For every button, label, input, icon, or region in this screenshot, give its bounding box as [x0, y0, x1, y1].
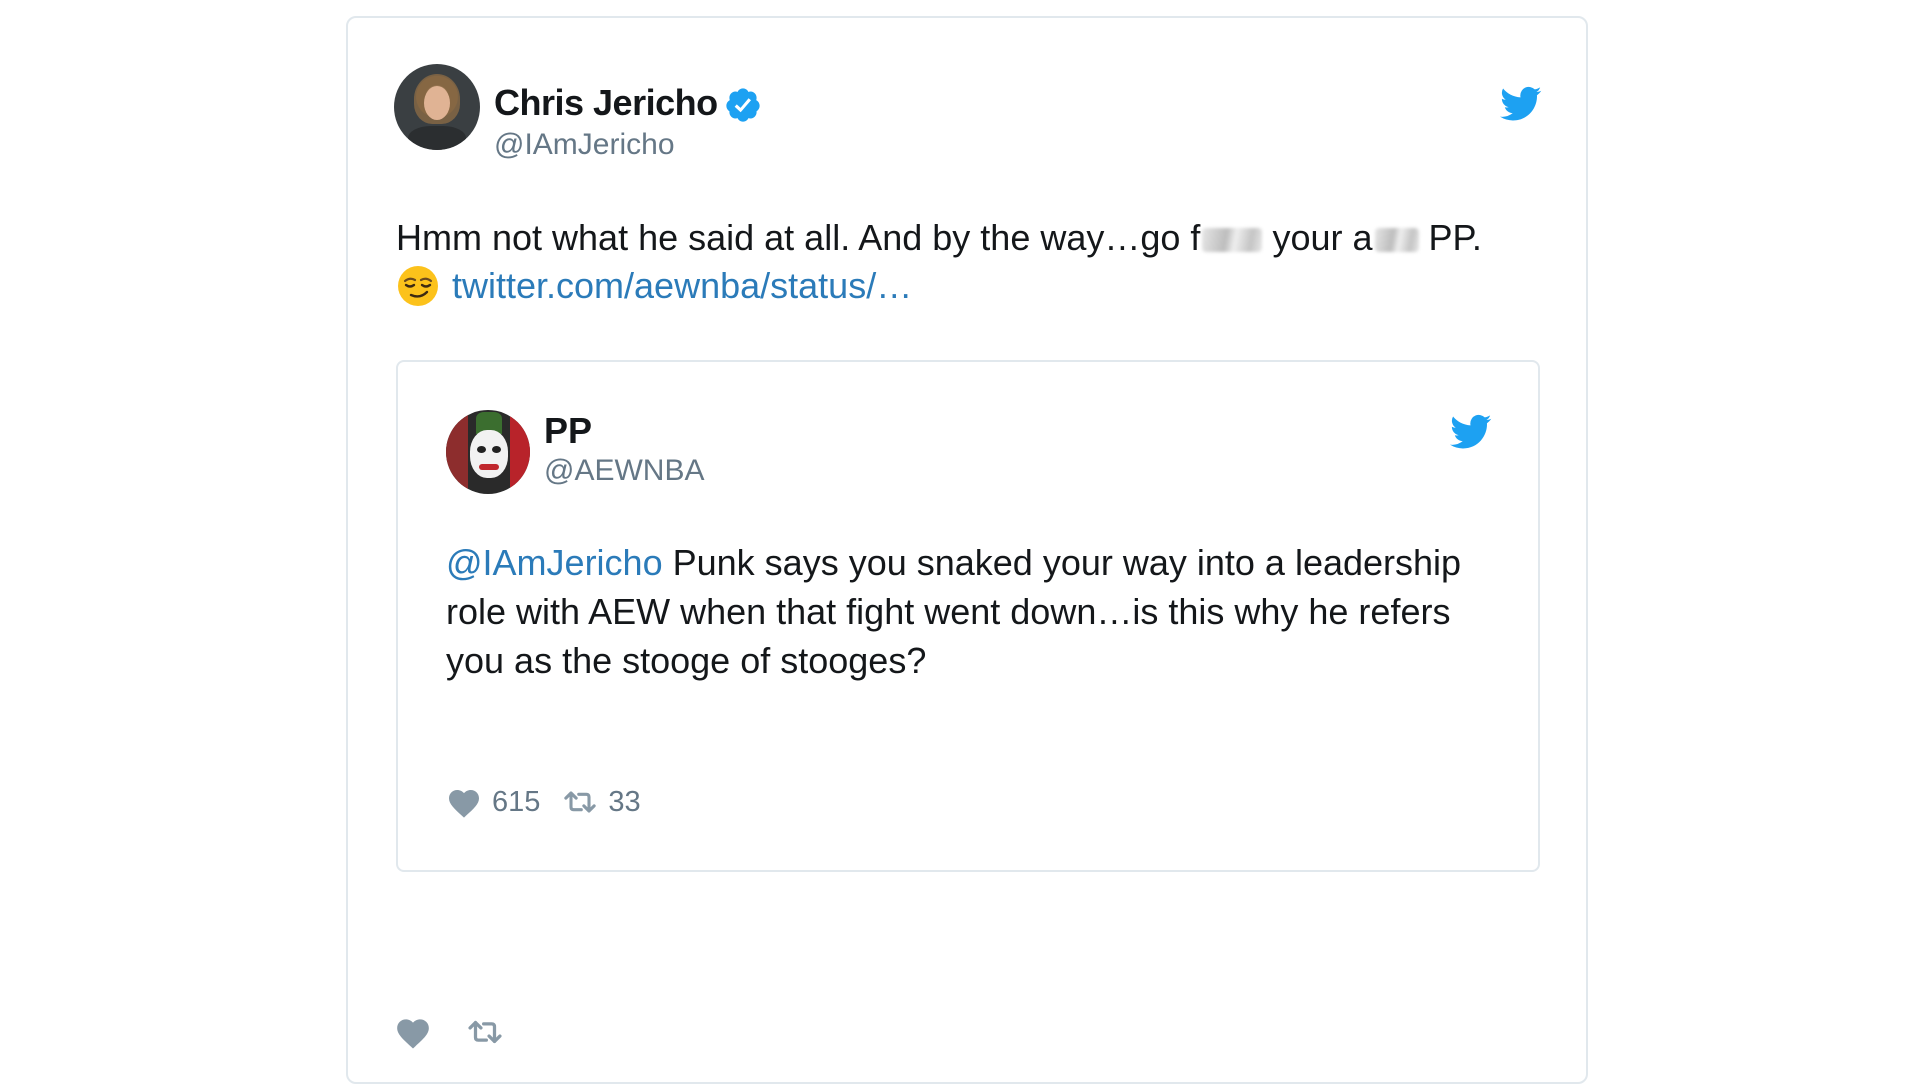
tweet-text-part2: your a: [1272, 217, 1373, 258]
quoted-tweet-text: @IAmJericho Punk says you snaked your wa…: [446, 538, 1486, 685]
quoted-tweet-stats: 615 33: [446, 782, 663, 822]
retweet-count: 33: [608, 785, 641, 818]
tweet-actions: [394, 1014, 538, 1050]
quoted-author-avatar[interactable]: [446, 410, 530, 494]
retweet-icon[interactable]: [562, 785, 598, 819]
censor-blur: [1202, 228, 1263, 253]
smirking-face-emoji-icon: [398, 266, 438, 307]
retweet-icon[interactable]: [466, 1014, 504, 1050]
censor-blur: [1374, 228, 1419, 253]
twitter-bird-icon[interactable]: [1450, 414, 1492, 450]
tweet-text-part1: Hmm not what he said at all. And by the …: [396, 217, 1201, 258]
quoted-author-handle[interactable]: @AEWNBA: [544, 454, 704, 488]
heart-icon[interactable]: [446, 785, 482, 819]
twitter-bird-icon[interactable]: [1500, 86, 1542, 122]
tweet-text-part3: PP.: [1428, 217, 1482, 258]
mention-link[interactable]: @IAmJericho: [446, 542, 663, 583]
author-name[interactable]: Chris Jericho: [494, 82, 718, 124]
quoted-tweet-card[interactable]: PP @AEWNBA @IAmJericho Punk says you sna…: [396, 360, 1540, 872]
quoted-author-name[interactable]: PP: [544, 410, 592, 452]
heart-icon[interactable]: [394, 1014, 432, 1050]
tweet-link[interactable]: twitter.com/aewnba/status/…: [452, 265, 912, 306]
tweet-card: Chris Jericho @IAmJericho Hmm not what h…: [346, 16, 1588, 1084]
author-avatar[interactable]: [394, 64, 480, 150]
like-count: 615: [492, 785, 541, 818]
tweet-text: Hmm not what he said at all. And by the …: [396, 214, 1556, 310]
author-handle[interactable]: @IAmJericho: [494, 128, 675, 162]
verified-badge-icon: [726, 88, 760, 122]
